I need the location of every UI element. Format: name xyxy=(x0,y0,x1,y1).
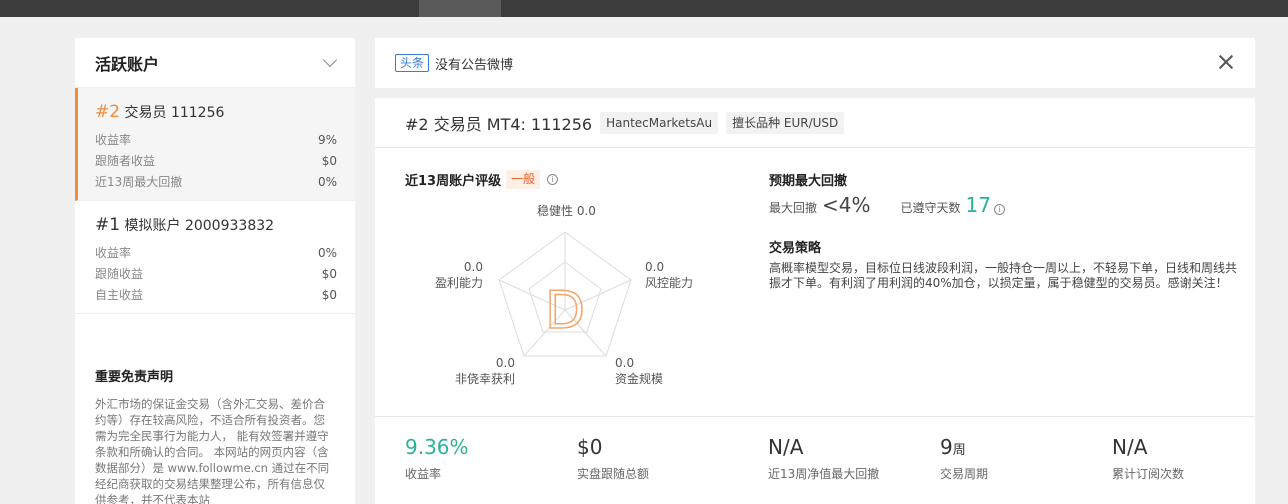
stat-value: N/A xyxy=(1112,435,1148,459)
stat-label: 跟随收益 xyxy=(95,267,144,281)
disclaimer-body: 外汇市场的保证金交易（含外汇交易、差价合约等）存在较高风险，不适合所有投资者。您… xyxy=(95,397,330,504)
radar-chart: D 稳健性 0.0 0.0 风控能力 0.0 资金规模 0.0 非侥幸获利 0.… xyxy=(405,198,725,398)
notice-text: 没有公告微博 xyxy=(435,57,514,73)
account-stat-row: 自主收益 $0 xyxy=(95,284,337,305)
account-rank: #2 xyxy=(95,102,121,122)
stat-value: N/A xyxy=(768,435,804,459)
stat-return: 9.36% 收益率 xyxy=(405,435,469,482)
rating-label: 近13周账户评级 xyxy=(405,174,502,189)
stat-value: $0 xyxy=(577,435,603,459)
stat-label: 累计订阅次数 xyxy=(1112,467,1185,481)
strategy-block: 交易策略 高概率模型交易，目标位日线波段利润，一般持仓一周以上，不轻易下单，日线… xyxy=(769,237,1239,291)
accounts-header[interactable]: 活跃账户 xyxy=(75,38,355,88)
max-drawdown-value: <4% xyxy=(822,193,871,217)
summary-stats: 9.36% 收益率 $0 实盘跟随总额 N/A 近13周净值最大回撤 9周 交易… xyxy=(375,416,1255,504)
drawdown-row: 最大回撤 <4% 已遵守天数 17 i xyxy=(769,193,1239,217)
rating-grade: D xyxy=(545,281,585,341)
broker-tag: HantecMarketsAu xyxy=(600,111,719,134)
accounts-title: 活跃账户 xyxy=(95,54,160,74)
browser-top-bar xyxy=(0,0,1288,17)
radar-label-stability: 稳健性 0.0 xyxy=(537,204,596,218)
account-rank: #1 xyxy=(95,215,121,235)
stat-value: 9% xyxy=(317,132,337,147)
radar-label-profitability: 0.0 盈利能力 xyxy=(435,260,484,290)
stat-label: 自主收益 xyxy=(95,288,144,302)
disclaimer-title: 重要免责声明 xyxy=(95,370,174,385)
headline-notice-bar: 头条 没有公告微博 xyxy=(375,38,1255,88)
account-stat-row: 跟随收益 $0 xyxy=(95,263,337,284)
trader-rank: #2 xyxy=(405,114,429,134)
close-icon[interactable] xyxy=(1217,53,1235,71)
account-title: #1 模拟账户 2000933832 xyxy=(95,215,337,235)
info-icon[interactable]: i xyxy=(993,204,1005,215)
trader-title: #2 交易员 MT4: 111256 xyxy=(405,111,592,135)
radar-label-fund-size: 0.0 资金规模 xyxy=(615,356,664,386)
info-icon[interactable]: i xyxy=(547,174,559,185)
stat-label: 收益率 xyxy=(95,133,132,147)
risk-strategy-section: 预期最大回撤 最大回撤 <4% 已遵守天数 17 i 交易策略 高概率模型交易，… xyxy=(769,170,1239,291)
symbol-tag: 擅长品种 EUR/USD xyxy=(726,111,845,134)
stat-subscriptions: N/A 累计订阅次数 xyxy=(1112,435,1184,482)
stat-follow-total: $0 实盘跟随总额 xyxy=(577,435,649,482)
stat-value: $0 xyxy=(321,287,337,302)
active-accounts-panel: 活跃账户 #2 交易员 111256 收益率 9% 跟随者收益 $0 近13周最… xyxy=(75,38,355,504)
account-stat-row: 收益率 9% xyxy=(95,129,337,150)
account-name: 交易员 111256 xyxy=(124,105,225,121)
stat-value: $0 xyxy=(321,266,337,281)
trader-header: #2 交易员 MT4: 111256 HantecMarketsAu 擅长品种 … xyxy=(375,98,1255,148)
chevron-down-icon[interactable] xyxy=(322,52,338,68)
stat-value: 9周 xyxy=(940,435,966,459)
rating-header: 近13周账户评级 一般 i xyxy=(405,170,559,189)
stat-label: 跟随者收益 xyxy=(95,154,156,168)
drawdown-title: 预期最大回撤 xyxy=(769,174,848,189)
stat-label: 收益率 xyxy=(405,467,442,481)
stat-label: 交易周期 xyxy=(940,467,989,481)
account-stat-row: 收益率 0% xyxy=(95,242,337,263)
stat-label: 近13周最大回撤 xyxy=(95,175,183,189)
trader-name: 交易员 MT4: 111256 xyxy=(433,114,593,134)
account-name: 模拟账户 2000933832 xyxy=(124,218,275,234)
stat-label: 实盘跟随总额 xyxy=(577,467,650,481)
max-drawdown-label: 最大回撤 xyxy=(769,201,818,215)
stat-value: 0% xyxy=(317,245,337,260)
compliance-days-value: 17 xyxy=(965,193,991,217)
radar-svg: D xyxy=(498,231,632,357)
stat-max-drawdown: N/A 近13周净值最大回撤 xyxy=(768,435,879,482)
disclaimer: 重要免责声明 外汇市场的保证金交易（含外汇交易、差价合约等）存在较高风险，不适合… xyxy=(75,366,355,504)
rating-badge: 一般 xyxy=(506,170,541,189)
stat-value: $0 xyxy=(321,153,337,168)
compliance-days-label: 已遵守天数 xyxy=(900,201,961,215)
account-item-trader[interactable]: #2 交易员 111256 收益率 9% 跟随者收益 $0 近13周最大回撤 0… xyxy=(75,88,355,201)
account-stat-row: 近13周最大回撤 0% xyxy=(95,171,337,192)
stat-value: 0% xyxy=(317,174,337,189)
headline-badge: 头条 xyxy=(395,54,430,72)
radar-label-risk-control: 0.0 风控能力 xyxy=(645,260,694,290)
stat-label: 近13周净值最大回撤 xyxy=(768,467,880,481)
stat-trading-period: 9周 交易周期 xyxy=(940,435,988,482)
stat-label: 收益率 xyxy=(95,246,132,260)
account-title: #2 交易员 111256 xyxy=(95,102,337,122)
browser-tab[interactable] xyxy=(419,0,501,17)
strategy-title: 交易策略 xyxy=(769,241,822,256)
account-stat-row: 跟随者收益 $0 xyxy=(95,150,337,171)
account-item-demo[interactable]: #1 模拟账户 2000933832 收益率 0% 跟随收益 $0 自主收益 $… xyxy=(75,201,355,314)
strategy-text: 高概率模型交易，目标位日线波段利润，一般持仓一周以上，不轻易下单，日线和周线共振… xyxy=(769,261,1238,290)
trader-detail-card: #2 交易员 MT4: 111256 HantecMarketsAu 擅长品种 … xyxy=(375,98,1255,504)
stat-value: 9.36% xyxy=(405,435,469,459)
rating-section: 近13周账户评级 一般 i xyxy=(405,170,559,189)
radar-label-non-luck-profit: 0.0 非侥幸获利 xyxy=(455,356,516,386)
